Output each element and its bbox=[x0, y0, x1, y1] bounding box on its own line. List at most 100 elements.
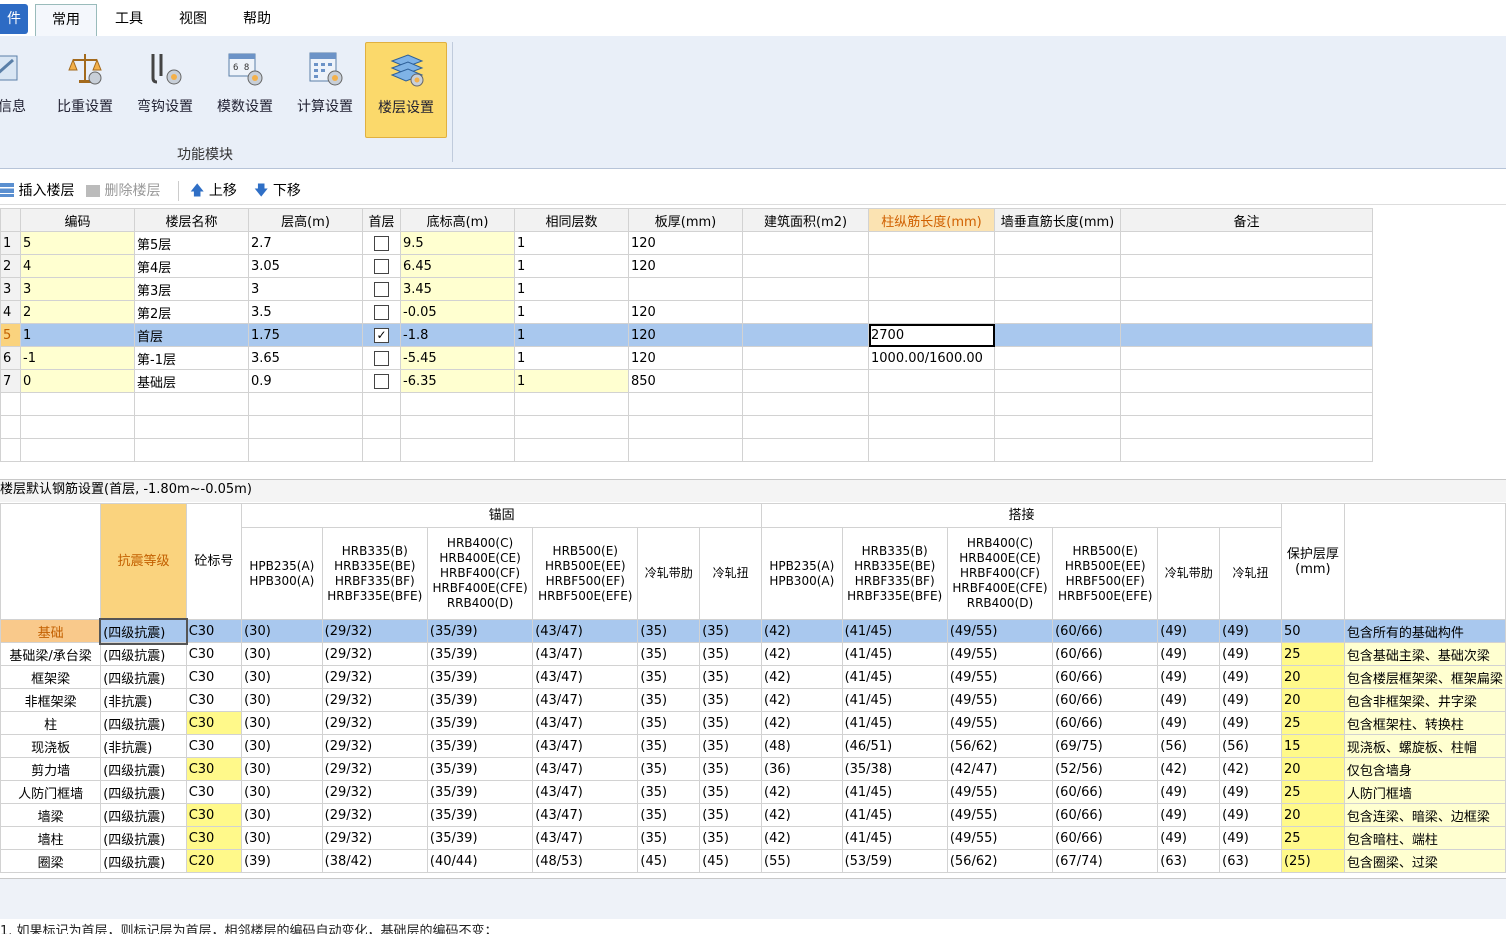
cell-anchor-value[interactable]: (45) bbox=[637, 849, 701, 873]
cell-anchor-value[interactable]: (30) bbox=[241, 826, 323, 850]
cell-first-floor[interactable] bbox=[362, 254, 401, 278]
cell-slab[interactable]: 120 bbox=[628, 346, 743, 370]
cell-remarks[interactable] bbox=[1120, 300, 1373, 324]
cell-column-rebar[interactable] bbox=[868, 369, 995, 393]
cell-anchor-value[interactable]: (35) bbox=[699, 803, 763, 827]
rebar-row[interactable]: 框架梁 (四级抗震) C30 (30) (29/32) (35/39) (43/47) (35… bbox=[0, 665, 1506, 689]
cell-bottom-elev[interactable]: 9.5 bbox=[400, 231, 515, 255]
cell-lap-value[interactable]: (49) bbox=[1157, 642, 1221, 666]
cell-lap-value[interactable]: (49) bbox=[1219, 780, 1282, 804]
floor-row[interactable]: 6 -1 第-1层 3.65 -5.45 1 120 1000.00/1600.00 bbox=[0, 346, 1373, 370]
tab-view[interactable]: 视图 bbox=[164, 4, 222, 35]
cell-anchor-value[interactable]: (30) bbox=[241, 803, 323, 827]
cell-anchor-value[interactable]: (35) bbox=[699, 780, 763, 804]
cell-rebar-note[interactable]: 包含圈梁、过梁 bbox=[1343, 849, 1506, 873]
cell-lap-value[interactable]: (48) bbox=[761, 734, 843, 758]
rebar-row[interactable]: 墙柱 (四级抗震) C30 (30) (29/32) (35/39) (43/47) (35)… bbox=[0, 826, 1506, 850]
cell-anchor-value[interactable]: (35) bbox=[637, 803, 701, 827]
cell-lap-value[interactable]: (49/55) bbox=[946, 803, 1054, 827]
cell-lap-value[interactable]: (46/51) bbox=[841, 734, 948, 758]
cell-concrete[interactable]: C30 bbox=[185, 711, 243, 735]
first-floor-checkbox[interactable] bbox=[374, 373, 389, 389]
cell-anchor-value[interactable]: (30) bbox=[241, 619, 323, 643]
cell-lap-value[interactable]: (49) bbox=[1219, 803, 1282, 827]
cell-wall-rebar[interactable] bbox=[994, 300, 1121, 324]
cell-rebar-note[interactable]: 包含所有的基础构件 bbox=[1343, 619, 1506, 643]
cell-anchor-value[interactable]: (29/32) bbox=[321, 642, 428, 666]
cell-lap-value[interactable]: (49) bbox=[1157, 665, 1221, 689]
cell-bottom-elev[interactable]: -0.05 bbox=[400, 300, 515, 324]
cell-height[interactable]: 3 bbox=[248, 277, 363, 301]
cell-lap-value[interactable]: (55) bbox=[761, 849, 843, 873]
col-header-area[interactable]: 建筑面积(m2) bbox=[742, 208, 869, 232]
cell-height[interactable]: 0.9 bbox=[248, 369, 363, 393]
cell-bottom-elev[interactable]: -5.45 bbox=[400, 346, 515, 370]
cell-lap-value[interactable]: (49) bbox=[1219, 688, 1282, 712]
cell-slab[interactable]: 120 bbox=[628, 323, 743, 347]
cell-anchor-value[interactable]: (35/39) bbox=[426, 780, 534, 804]
cell-seismic[interactable]: (四级抗震) bbox=[98, 617, 189, 645]
cell-column-rebar[interactable]: 1000.00/1600.00 bbox=[868, 346, 995, 370]
cell-lap-value[interactable]: (69/75) bbox=[1052, 734, 1159, 758]
cell-bottom-elev[interactable]: -1.8 bbox=[400, 323, 515, 347]
cell-first-floor[interactable]: ✓ bbox=[362, 323, 401, 347]
cell-height[interactable]: 3.5 bbox=[248, 300, 363, 324]
cell-concrete[interactable]: C30 bbox=[185, 642, 243, 666]
cell-floor-name[interactable]: 第4层 bbox=[134, 254, 249, 278]
col-header-first-floor[interactable]: 首层 bbox=[362, 208, 401, 232]
first-floor-checkbox[interactable] bbox=[374, 350, 389, 366]
col-header-floor-name[interactable]: 楼层名称 bbox=[134, 208, 249, 232]
cell-anchor-value[interactable]: (29/32) bbox=[321, 688, 428, 712]
cell-anchor-value[interactable]: (35/39) bbox=[426, 757, 534, 781]
calc-settings-button[interactable]: 计算设置 bbox=[285, 42, 365, 136]
cell-anchor-value[interactable]: (35) bbox=[699, 619, 763, 643]
first-floor-checkbox[interactable]: ✓ bbox=[374, 327, 389, 343]
floor-row[interactable]: 4 2 第2层 3.5 -0.05 1 120 bbox=[0, 300, 1373, 324]
cell-lap-value[interactable]: (42) bbox=[761, 803, 843, 827]
rebar-row[interactable]: 柱 (四级抗震) C30 (30) (29/32) (35/39) (43/47) (35)(… bbox=[0, 711, 1506, 735]
cell-anchor-value[interactable]: (35) bbox=[699, 665, 763, 689]
cell-anchor-value[interactable]: (43/47) bbox=[532, 642, 639, 666]
cell-concrete[interactable]: C30 bbox=[185, 734, 243, 758]
cell-same-count[interactable]: 1 bbox=[514, 323, 629, 347]
cell-anchor-value[interactable]: (30) bbox=[241, 780, 323, 804]
cell-lap-value[interactable]: (42) bbox=[761, 665, 843, 689]
cell-anchor-value[interactable]: (38/42) bbox=[321, 849, 428, 873]
cell-area[interactable] bbox=[742, 300, 869, 324]
cell-anchor-value[interactable]: (35/39) bbox=[426, 803, 534, 827]
cell-anchor-value[interactable]: (35/39) bbox=[426, 642, 534, 666]
cell-cover[interactable]: 20 bbox=[1280, 665, 1345, 689]
cell-lap-value[interactable]: (67/74) bbox=[1052, 849, 1159, 873]
floor-settings-button[interactable]: 楼层设置 bbox=[365, 42, 447, 138]
col-header-seismic[interactable]: 抗震等级 bbox=[100, 503, 187, 620]
cell-floor-name[interactable]: 第-1层 bbox=[134, 346, 249, 370]
cell-lap-value[interactable]: (36) bbox=[761, 757, 843, 781]
cell-cover[interactable]: 20 bbox=[1280, 757, 1345, 781]
cell-floor-name[interactable]: 基础层 bbox=[134, 369, 249, 393]
cell-same-count[interactable]: 1 bbox=[514, 369, 629, 393]
cell-concrete[interactable]: C20 bbox=[185, 849, 243, 873]
cell-slab[interactable] bbox=[628, 277, 743, 301]
move-down-button[interactable]: 🡇 下移 bbox=[254, 180, 301, 202]
cell-bottom-elev[interactable]: 3.45 bbox=[400, 277, 515, 301]
cell-cover[interactable]: 20 bbox=[1280, 688, 1345, 712]
cell-lap-value[interactable]: (49/55) bbox=[946, 711, 1054, 735]
cell-anchor-value[interactable]: (39) bbox=[241, 849, 323, 873]
cell-rebar-note[interactable]: 包含楼层框架梁、框架扁梁 bbox=[1343, 665, 1506, 689]
cell-anchor-value[interactable]: (29/32) bbox=[321, 665, 428, 689]
cell-seismic[interactable]: (四级抗震) bbox=[100, 665, 187, 689]
cell-lap-value[interactable]: (56) bbox=[1219, 734, 1282, 758]
cell-wall-rebar[interactable] bbox=[994, 369, 1121, 393]
col-header-remarks[interactable]: 备注 bbox=[1120, 208, 1373, 232]
cell-anchor-value[interactable]: (43/47) bbox=[532, 780, 639, 804]
cell-lap-value[interactable]: (60/66) bbox=[1052, 665, 1159, 689]
cell-anchor-value[interactable]: (30) bbox=[241, 757, 323, 781]
rebar-row[interactable]: 圈梁 (四级抗震) C20 (39) (38/42) (40/44) (48/53) (45)… bbox=[0, 849, 1506, 873]
cell-slab[interactable]: 120 bbox=[628, 231, 743, 255]
cell-lap-value[interactable]: (63) bbox=[1157, 849, 1221, 873]
cell-anchor-value[interactable]: (30) bbox=[241, 688, 323, 712]
cell-lap-value[interactable]: (42) bbox=[761, 642, 843, 666]
cell-seismic[interactable]: (四级抗震) bbox=[100, 757, 187, 781]
cell-area[interactable] bbox=[742, 277, 869, 301]
cell-anchor-value[interactable]: (35) bbox=[637, 757, 701, 781]
